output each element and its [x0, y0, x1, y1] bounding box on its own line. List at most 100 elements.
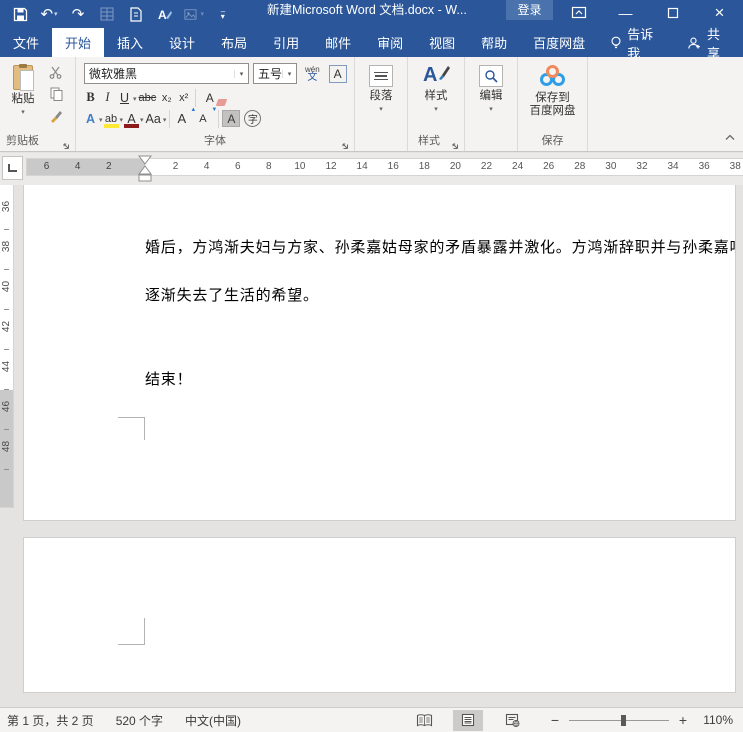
left-indent-marker	[138, 174, 152, 182]
paste-button[interactable]: 粘贴 ▾	[4, 61, 42, 116]
strikethrough-button[interactable]: abc	[137, 88, 159, 107]
ribbon-tab[interactable]: 文件	[0, 28, 52, 57]
vertical-ruler[interactable]: 36 38 40 42 44 46 48	[0, 185, 13, 507]
ribbon-tab[interactable]: 审阅	[364, 28, 416, 57]
ribbon-tab[interactable]: 帮助	[468, 28, 520, 57]
document-text-line-1[interactable]: 婚后，方鸿渐夫妇与方家、孙柔嘉姑母家的矛盾暴露并激化。方鸿渐辞职并与孙柔嘉吵	[145, 236, 735, 257]
ribbon-tab[interactable]: 引用	[260, 28, 312, 57]
font-size-dropdown-icon[interactable]: ▾	[282, 69, 296, 78]
horizontal-ruler[interactable]: 642 2 4 6 8 10 12 14 16 18 20 22 24 26 28 30 32 34 36 38	[0, 153, 743, 185]
ribbon-display-options-icon[interactable]	[555, 0, 602, 25]
editing-dropdown-icon[interactable]: ▾	[489, 105, 493, 113]
table-icon	[97, 4, 117, 24]
redo-icon[interactable]: ↷	[68, 4, 88, 24]
paragraph-dropdown-icon[interactable]: ▾	[379, 105, 383, 113]
svg-text:A: A	[158, 8, 167, 22]
styles-button[interactable]: A 样式 ▾	[408, 59, 464, 113]
maximize-icon[interactable]	[649, 0, 696, 25]
styles-group: A 样式 ▾ 样式	[408, 57, 465, 151]
ribbon-tab[interactable]: 百度网盘	[520, 28, 598, 57]
editing-button[interactable]: 编辑 ▾	[465, 61, 517, 113]
ribbon-tab[interactable]: 插入	[104, 28, 156, 57]
ribbon-tab[interactable]: 布局	[208, 28, 260, 57]
word-count-status[interactable]: 520 个字	[116, 712, 163, 729]
highlight-button[interactable]: ab	[103, 109, 120, 128]
hanging-indent-marker	[138, 165, 152, 175]
ribbon-tab[interactable]: 视图	[416, 28, 468, 57]
ribbon-tab[interactable]: 设计	[156, 28, 208, 57]
cut-icon[interactable]	[46, 63, 66, 81]
clipboard-group: 粘贴 ▾ 剪贴板	[0, 57, 76, 151]
lightbulb-icon	[611, 36, 621, 49]
zoom-slider-thumb[interactable]	[621, 714, 626, 726]
page-2[interactable]	[24, 538, 735, 692]
share-button[interactable]: 共享	[675, 24, 743, 62]
text-effects-button[interactable]: A	[82, 109, 99, 128]
font-style-icon[interactable]: A	[155, 4, 175, 24]
zoom-percentage[interactable]: 110%	[691, 713, 733, 727]
undo-icon[interactable]: ↶ ▾	[39, 4, 59, 24]
font-size-combo[interactable]: 五号 ▾	[253, 63, 297, 84]
clipboard-dialog-launcher-icon[interactable]	[61, 137, 71, 149]
save-icon[interactable]	[10, 4, 30, 24]
clipboard-small-buttons	[46, 63, 66, 125]
read-mode-button[interactable]	[409, 710, 439, 731]
copy-icon[interactable]	[46, 85, 66, 103]
quick-access-toolbar: ↶ ▾ ↷ A ▾ – ▾	[10, 0, 233, 28]
save-group-label: 保存	[541, 135, 564, 147]
enclose-characters-button[interactable]: 字	[244, 110, 262, 127]
indent-markers[interactable]	[138, 155, 153, 188]
paragraph-group: 段落 ▾	[355, 57, 408, 151]
editing-group: 编辑 ▾	[465, 57, 518, 151]
tell-me-button[interactable]: 告诉我	[598, 24, 675, 62]
character-border-button[interactable]: A	[328, 64, 347, 83]
undo-dropdown-icon[interactable]: ▾	[54, 10, 58, 18]
minimize-icon[interactable]: —	[602, 0, 649, 25]
ribbon-tab[interactable]: 开始	[52, 28, 105, 57]
font-color-button[interactable]: A	[123, 109, 140, 128]
login-button[interactable]: 登录	[506, 0, 553, 20]
zoom-in-icon[interactable]: +	[675, 712, 691, 728]
ruler-band[interactable]: 642 2 4 6 8 10 12 14 16 18 20 22 24 26 28 30 32 34 36 38	[27, 159, 743, 175]
clear-formatting-button[interactable]: A	[201, 88, 218, 107]
paste-dropdown-icon[interactable]: ▾	[21, 108, 25, 116]
phonetic-guide-button[interactable]: wén 文	[305, 65, 320, 82]
web-layout-button[interactable]	[497, 710, 527, 731]
zoom-slider[interactable]	[569, 714, 669, 726]
change-case-button[interactable]: Aa	[144, 109, 163, 128]
close-icon[interactable]: ×	[696, 0, 743, 25]
print-layout-button[interactable]	[453, 709, 483, 731]
status-left: 第 1 页，共 2 页 520 个字 中文(中国)	[0, 712, 241, 729]
ribbon-tab[interactable]: 邮件	[312, 28, 364, 57]
document-text-line-2[interactable]: 逐渐失去了生活的希望。	[145, 284, 319, 305]
subscript-button[interactable]: x₂	[158, 88, 175, 107]
collapse-ribbon-icon[interactable]	[723, 129, 737, 147]
font-name-combo[interactable]: 微软雅黑 ▾	[84, 63, 249, 84]
superscript-button[interactable]: x²	[175, 88, 192, 107]
styles-dropdown-icon[interactable]: ▾	[434, 105, 438, 113]
page-number-status[interactable]: 第 1 页，共 2 页	[7, 712, 94, 729]
italic-button[interactable]: I	[99, 88, 116, 107]
page1-bottom-left-corner-mark	[118, 417, 145, 440]
document-text-line-3[interactable]: 结束！	[145, 368, 192, 389]
underline-button[interactable]: U	[116, 88, 133, 107]
tab-stop-selector[interactable]	[2, 156, 23, 180]
save-to-baidu-button[interactable]: 保存到 百度网盘	[518, 61, 587, 118]
shrink-font-button[interactable]: A ▼	[194, 107, 217, 128]
grow-font-button[interactable]: A ▲	[173, 107, 197, 128]
styles-dialog-launcher-icon[interactable]	[450, 137, 460, 149]
font-dialog-launcher-icon[interactable]	[340, 137, 350, 149]
character-shading-button[interactable]: A	[222, 110, 241, 127]
change-case-dropdown-icon[interactable]: ▾	[163, 116, 167, 124]
font-row-2: B I U ▾ abc x₂ x² A	[82, 88, 218, 107]
font-row-combos: 微软雅黑 ▾ 五号 ▾ wén 文 A	[84, 63, 347, 84]
paragraph-button[interactable]: 段落 ▾	[355, 61, 407, 113]
new-page-icon[interactable]	[126, 4, 146, 24]
zoom-out-icon[interactable]: −	[547, 712, 563, 728]
format-painter-icon[interactable]	[46, 107, 66, 125]
font-name-dropdown-icon[interactable]: ▾	[234, 69, 248, 78]
customize-qat-icon[interactable]: – ▾	[213, 4, 233, 24]
language-status[interactable]: 中文(中国)	[185, 712, 241, 729]
page-1[interactable]: 婚后，方鸿渐夫妇与方家、孙柔嘉姑母家的矛盾暴露并激化。方鸿渐辞职并与孙柔嘉吵 逐…	[24, 185, 735, 520]
bold-button[interactable]: B	[82, 88, 99, 107]
